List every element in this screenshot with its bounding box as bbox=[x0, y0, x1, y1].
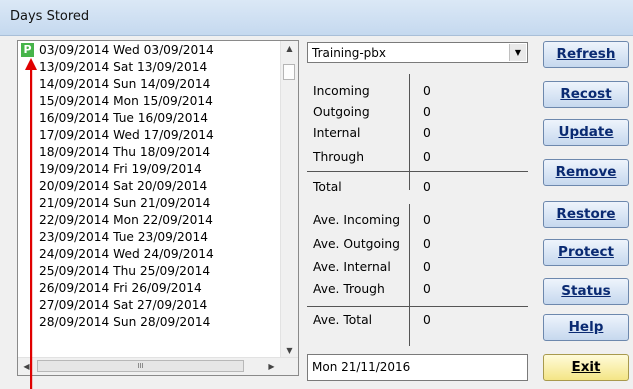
ave-outgoing-label: Ave. Outgoing bbox=[313, 237, 400, 251]
scroll-up-icon[interactable]: ▲ bbox=[281, 41, 298, 57]
list-item[interactable]: 21/09/2014 Sun 21/09/2014 bbox=[18, 195, 282, 212]
list-item[interactable]: 23/09/2014 Tue 23/09/2014 bbox=[18, 229, 282, 246]
stats-panel: Incoming 0 Outgoing 0 Internal 0 Through… bbox=[307, 70, 528, 346]
protected-flag-icon: P bbox=[21, 43, 34, 57]
ave-internal-label: Ave. Internal bbox=[313, 260, 391, 274]
ave-incoming-label: Ave. Incoming bbox=[313, 213, 401, 227]
list-item-label: 26/09/2014 Fri 26/09/2014 bbox=[39, 281, 202, 295]
list-item-label: 14/09/2014 Sun 14/09/2014 bbox=[39, 77, 211, 91]
list-item[interactable]: 26/09/2014 Fri 26/09/2014 bbox=[18, 280, 282, 297]
list-item[interactable]: 16/09/2014 Tue 16/09/2014 bbox=[18, 110, 282, 127]
scroll-grip-label: III bbox=[137, 362, 144, 370]
chevron-down-icon[interactable]: ▼ bbox=[509, 44, 526, 61]
list-item-label: 20/09/2014 Sat 20/09/2014 bbox=[39, 179, 208, 193]
vertical-scrollbar[interactable]: ▲ ▼ bbox=[280, 41, 298, 359]
horizontal-scroll-thumb[interactable]: III bbox=[37, 360, 244, 372]
list-item-label: 03/09/2014 Wed 03/09/2014 bbox=[39, 43, 214, 57]
list-item-label: 19/09/2014 Fri 19/09/2014 bbox=[39, 162, 202, 176]
remove-button[interactable]: Remove bbox=[543, 159, 629, 186]
window-title: Days Stored bbox=[10, 9, 90, 24]
through-label: Through bbox=[313, 150, 365, 164]
list-item[interactable]: P 03/09/2014 Wed 03/09/2014 bbox=[18, 42, 282, 59]
ave-total-value: 0 bbox=[423, 313, 431, 327]
list-item-label: 25/09/2014 Thu 25/09/2014 bbox=[39, 264, 211, 278]
exit-button[interactable]: Exit bbox=[543, 354, 629, 381]
list-item-label: 24/09/2014 Wed 24/09/2014 bbox=[39, 247, 214, 261]
total-separator bbox=[307, 171, 528, 172]
ave-divider bbox=[409, 204, 410, 346]
list-item[interactable]: 20/09/2014 Sat 20/09/2014 bbox=[18, 178, 282, 195]
list-item[interactable]: 27/09/2014 Sat 27/09/2014 bbox=[18, 297, 282, 314]
list-item-label: 15/09/2014 Mon 15/09/2014 bbox=[39, 94, 213, 108]
vertical-scroll-thumb[interactable] bbox=[283, 64, 295, 80]
help-button[interactable]: Help bbox=[543, 314, 629, 341]
list-item-label: 18/09/2014 Thu 18/09/2014 bbox=[39, 145, 211, 159]
ave-incoming-value: 0 bbox=[423, 213, 431, 227]
total-value: 0 bbox=[423, 180, 431, 194]
ave-internal-value: 0 bbox=[423, 260, 431, 274]
list-item[interactable]: 22/09/2014 Mon 22/09/2014 bbox=[18, 212, 282, 229]
incoming-label: Incoming bbox=[313, 84, 370, 98]
list-item[interactable]: 15/09/2014 Mon 15/09/2014 bbox=[18, 93, 282, 110]
internal-label: Internal bbox=[313, 126, 361, 140]
total-label: Total bbox=[313, 180, 342, 194]
ave-total-separator bbox=[307, 306, 528, 307]
list-item-label: 16/09/2014 Tue 16/09/2014 bbox=[39, 111, 209, 125]
ave-outgoing-value: 0 bbox=[423, 237, 431, 251]
list-item-label: 23/09/2014 Tue 23/09/2014 bbox=[39, 230, 209, 244]
list-item-label: 22/09/2014 Mon 22/09/2014 bbox=[39, 213, 213, 227]
list-item[interactable]: 13/09/2014 Sat 13/09/2014 bbox=[18, 59, 282, 76]
incoming-value: 0 bbox=[423, 84, 431, 98]
stats-divider bbox=[409, 74, 410, 190]
list-item[interactable]: 14/09/2014 Sun 14/09/2014 bbox=[18, 76, 282, 93]
scroll-right-icon[interactable]: ▶ bbox=[263, 358, 280, 375]
list-item-label: 27/09/2014 Sat 27/09/2014 bbox=[39, 298, 208, 312]
ave-total-label: Ave. Total bbox=[313, 313, 373, 327]
outgoing-label: Outgoing bbox=[313, 105, 370, 119]
status-button[interactable]: Status bbox=[543, 278, 629, 305]
refresh-button[interactable]: Refresh bbox=[543, 41, 629, 68]
site-select-value: Training-pbx bbox=[312, 46, 387, 60]
through-value: 0 bbox=[423, 150, 431, 164]
days-list[interactable]: P 03/09/2014 Wed 03/09/2014 13/09/2014 Sat… bbox=[17, 40, 299, 376]
protect-button[interactable]: Protect bbox=[543, 239, 629, 266]
list-item[interactable]: 17/09/2014 Wed 17/09/2014 bbox=[18, 127, 282, 144]
list-item[interactable]: 24/09/2014 Wed 24/09/2014 bbox=[18, 246, 282, 263]
list-item-label: 21/09/2014 Sun 21/09/2014 bbox=[39, 196, 211, 210]
horizontal-scrollbar[interactable]: ◀ III ▶ bbox=[18, 357, 298, 375]
list-item-label: 17/09/2014 Wed 17/09/2014 bbox=[39, 128, 214, 142]
recost-button[interactable]: Recost bbox=[543, 81, 629, 108]
outgoing-value: 0 bbox=[423, 105, 431, 119]
ave-trough-value: 0 bbox=[423, 282, 431, 296]
days-list-rows: P 03/09/2014 Wed 03/09/2014 13/09/2014 Sat… bbox=[18, 42, 282, 331]
title-bar: Days Stored bbox=[0, 0, 633, 36]
list-item[interactable]: 19/09/2014 Fri 19/09/2014 bbox=[18, 161, 282, 178]
list-item[interactable]: 28/09/2014 Sun 28/09/2014 bbox=[18, 314, 282, 331]
list-item-label: 13/09/2014 Sat 13/09/2014 bbox=[39, 60, 208, 74]
list-item-label: 28/09/2014 Sun 28/09/2014 bbox=[39, 315, 211, 329]
list-item[interactable]: 18/09/2014 Thu 18/09/2014 bbox=[18, 144, 282, 161]
list-item[interactable]: 25/09/2014 Thu 25/09/2014 bbox=[18, 263, 282, 280]
update-button[interactable]: Update bbox=[543, 119, 629, 146]
internal-value: 0 bbox=[423, 126, 431, 140]
ave-trough-label: Ave. Trough bbox=[313, 282, 385, 296]
current-date-value: Mon 21/11/2016 bbox=[312, 360, 411, 374]
pointer-arrow-icon bbox=[25, 58, 37, 389]
current-date-field[interactable]: Mon 21/11/2016 bbox=[307, 354, 528, 381]
site-select[interactable]: Training-pbx ▼ bbox=[307, 42, 528, 63]
restore-button[interactable]: Restore bbox=[543, 201, 629, 228]
